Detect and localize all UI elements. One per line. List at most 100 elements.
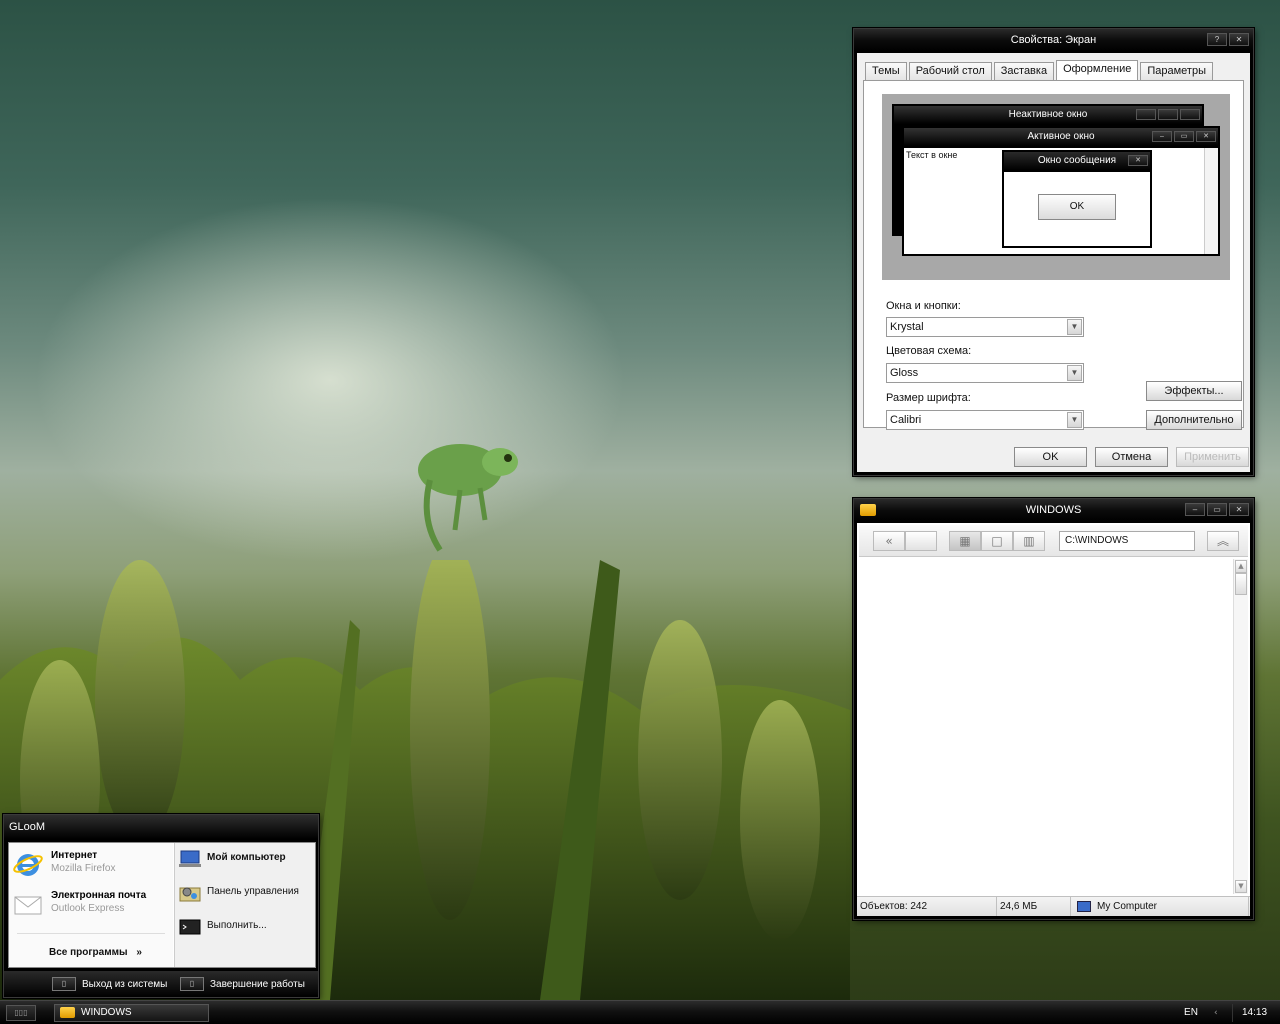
shutdown-label: Завершение работы [210,978,305,990]
color-scheme-label: Цветовая схема: [886,345,972,357]
internet-subtitle: Mozilla Firefox [51,863,116,874]
window-title: Свойства: Экран [1010,34,1097,46]
status-size: 24,6 МБ [997,897,1071,916]
shutdown-button[interactable]: ▯ Завершение работы [180,976,305,992]
view-details-button[interactable]: ▥ [1013,531,1045,551]
windows-buttons-value: Krystal [890,321,924,333]
start-menu-left-pane: Интернет Mozilla Firefox Электронная поч… [9,843,173,967]
email-subtitle: Outlook Express [51,903,125,914]
color-scheme-value: Gloss [890,367,919,379]
start-item-control-panel[interactable]: Панель управления [179,882,313,906]
display-properties-body: Темы Рабочий стол Заставка Оформление Па… [857,53,1250,472]
taskbar-button-label: WINDOWS [81,1007,132,1018]
start-item-my-computer[interactable]: Мой компьютер [179,848,313,872]
scroll-thumb[interactable] [1235,573,1247,595]
font-size-value: Calibri [890,414,922,426]
grid-icon: ▦ [959,534,971,548]
preview-maximize-icon: ▭ [1174,131,1194,142]
display-properties-titlebar[interactable]: Свойства: Экран ? ✕ [854,29,1253,51]
view-tiles-button[interactable]: □ [981,531,1013,551]
taskbar: ▯▯▯ WINDOWS EN ‹ 14:13 [0,1000,1280,1024]
close-button[interactable]: ✕ [1229,33,1249,46]
chevron-down-icon[interactable]: ▼ [1067,412,1082,428]
apply-button[interactable]: Применить [1176,447,1249,467]
preview-maximize-icon [1158,109,1178,120]
clock[interactable]: 14:13 [1232,1004,1276,1022]
start-item-email[interactable]: Электронная почта Outlook Express [13,887,171,921]
start-item-run[interactable]: Выполнить... [179,916,313,940]
tab-settings[interactable]: Параметры [1140,62,1213,80]
windows-logo-icon: ▯▯▯ [14,1008,28,1017]
double-chevron-left-icon: « [885,534,893,548]
preview-message-title: Окно сообщения [1037,155,1117,166]
windows-buttons-select[interactable]: Krystal ▼ [886,317,1084,337]
taskbar-button-windows[interactable]: WINDOWS [54,1004,209,1022]
all-programs-button[interactable]: Все программы » [49,947,142,958]
tab-desktop[interactable]: Рабочий стол [908,62,992,80]
tab-themes[interactable]: Темы [865,62,907,80]
appearance-preview: Неактивное окно Активное окно – ▭ ✕ Текс… [882,94,1230,280]
address-input[interactable]: C:\WINDOWS [1059,531,1195,551]
double-chevron-up-icon: ︽ [1216,534,1229,548]
preview-window-text: Текст в окне [906,150,958,160]
chevron-down-icon[interactable]: ▼ [1067,319,1082,335]
color-scheme-select[interactable]: Gloss ▼ [886,363,1084,383]
double-chevron-right-icon: » [136,947,142,958]
advanced-button[interactable]: Дополнительно [1146,410,1242,430]
maximize-button[interactable]: ▭ [1207,503,1227,516]
start-menu-body: Интернет Mozilla Firefox Электронная поч… [8,842,316,968]
font-size-select[interactable]: Calibri ▼ [886,410,1084,430]
tab-strip: Темы Рабочий стол Заставка Оформление Па… [865,60,1213,81]
logoff-icon: ▯ [52,977,76,991]
preview-active-window: Активное окно – ▭ ✕ Текст в окне Окно со… [902,126,1220,256]
file-list-area[interactable]: ▲ ▼ [859,559,1248,894]
explorer-title: WINDOWS [1025,504,1082,516]
forward-button[interactable] [905,531,937,551]
ok-button[interactable]: OK [1014,447,1087,467]
status-objects: Объектов: 242 [857,897,997,916]
start-menu-footer: ▯ Выход из системы ▯ Завершение работы [4,971,318,997]
scroll-down-icon[interactable]: ▼ [1235,880,1247,893]
control-panel-icon [179,887,201,902]
email-title: Электронная почта [51,890,147,901]
minimize-button[interactable]: – [1185,503,1205,516]
language-indicator[interactable]: EN [1180,1005,1202,1021]
my-computer-icon [179,850,201,867]
logoff-button[interactable]: ▯ Выход из системы [52,976,167,992]
preview-close-icon: ✕ [1196,131,1216,142]
cancel-button[interactable]: Отмена [1095,447,1168,467]
preview-close-icon [1180,109,1200,120]
status-location-label: My Computer [1097,901,1158,912]
close-button[interactable]: ✕ [1229,503,1249,516]
all-programs-label: Все программы [49,947,128,958]
preview-ok-button: OK [1038,194,1116,220]
start-item-internet[interactable]: Интернет Mozilla Firefox [13,847,171,881]
display-properties-window: Свойства: Экран ? ✕ Темы Рабочий стол За… [853,28,1254,476]
run-label: Выполнить... [207,920,267,931]
tab-screensaver[interactable]: Заставка [993,62,1055,80]
tray-expand-icon[interactable]: ‹ [1214,1005,1218,1021]
chevron-down-icon[interactable]: ▼ [1067,365,1082,381]
scroll-up-icon[interactable]: ▲ [1235,560,1247,573]
status-location: My Computer [1071,897,1249,916]
computer-icon [1077,901,1091,912]
view-icons-button[interactable]: ▦ [949,531,981,551]
preview-active-title: Активное окно [1027,131,1095,142]
preview-message-close-icon: ✕ [1128,155,1148,166]
folder-icon [860,504,876,516]
separator [17,933,165,934]
preview-minimize-icon [1136,109,1156,120]
control-panel-label: Панель управления [207,886,299,897]
vertical-scrollbar[interactable]: ▲ ▼ [1233,559,1248,894]
up-button[interactable]: ︽ [1207,531,1239,551]
back-button[interactable]: « [873,531,905,551]
tab-appearance[interactable]: Оформление [1056,60,1139,81]
help-button[interactable]: ? [1207,33,1227,46]
start-button[interactable]: ▯▯▯ [6,1005,36,1021]
appearance-panel: Неактивное окно Активное окно – ▭ ✕ Текс… [863,80,1244,430]
effects-button[interactable]: Эффекты... [1146,381,1242,401]
logoff-label: Выход из системы [82,978,168,990]
start-menu-user: GLooM [4,815,318,839]
font-size-label: Размер шрифта: [886,392,971,404]
explorer-titlebar[interactable]: WINDOWS – ▭ ✕ [854,499,1253,521]
